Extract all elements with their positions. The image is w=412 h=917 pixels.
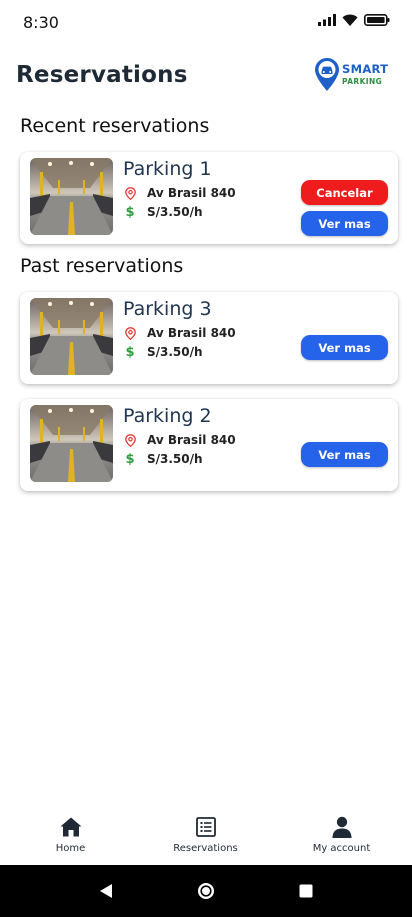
parking-price: S/3.50/h: [147, 345, 203, 359]
system-nav-bar: [0, 865, 412, 917]
view-more-button[interactable]: Ver mas: [301, 335, 388, 360]
nav-label-home: Home: [55, 843, 86, 854]
parking-address: Av Brasil 840: [147, 326, 236, 340]
parking-name: Parking 2: [123, 405, 212, 427]
price-row: $ S/3.50/h: [123, 204, 203, 220]
home-icon: [60, 816, 82, 838]
app-header: Reservations SMART PARKING: [0, 54, 412, 98]
price-row: $ S/3.50/h: [123, 451, 203, 467]
parking-address: Av Brasil 840: [147, 433, 236, 447]
nav-label-account: My account: [312, 843, 371, 854]
brand-logo: SMART PARKING: [315, 58, 388, 91]
section-title-past: Past reservations: [20, 255, 184, 277]
brand-name-bottom: PARKING: [342, 76, 383, 86]
status-icons: [318, 14, 390, 26]
page-title: Reservations: [16, 62, 188, 88]
parking-photo: [30, 298, 113, 375]
location-pin-icon: [123, 186, 137, 200]
recents-icon[interactable]: [296, 881, 316, 901]
dollar-icon: $: [125, 451, 135, 467]
reservation-card[interactable]: Parking 3 Av Brasil 840 $ S/3.50/h Ver m…: [20, 292, 398, 384]
home-circle-icon[interactable]: [196, 881, 216, 901]
section-title-recent: Recent reservations: [20, 115, 210, 137]
nav-label-reservations: Reservations: [173, 843, 238, 854]
person-icon: [332, 816, 352, 838]
location-pin-icon: [123, 433, 137, 447]
status-bar: 8:30: [0, 0, 412, 44]
wifi-icon: [342, 14, 358, 26]
back-icon[interactable]: [96, 881, 116, 901]
dollar-icon: $: [125, 204, 135, 220]
parking-name: Parking 3: [123, 298, 212, 320]
cancel-button[interactable]: Cancelar: [301, 180, 388, 205]
parking-price: S/3.50/h: [147, 205, 203, 219]
dollar-icon: $: [125, 344, 135, 360]
nav-item-home[interactable]: Home: [2, 808, 139, 865]
view-more-button[interactable]: Ver mas: [301, 442, 388, 467]
signal-icon: [318, 14, 336, 26]
list-icon: [195, 816, 216, 838]
reservation-card[interactable]: Parking 1 Av Brasil 840 $ S/3.50/h Cance…: [20, 152, 398, 244]
parking-price: S/3.50/h: [147, 452, 203, 466]
view-more-button[interactable]: Ver mas: [301, 211, 388, 236]
price-row: $ S/3.50/h: [123, 344, 203, 360]
reservation-card[interactable]: Parking 2 Av Brasil 840 $ S/3.50/h Ver m…: [20, 399, 398, 491]
address-row: Av Brasil 840: [123, 433, 236, 447]
map-pin-car-icon: [315, 58, 339, 91]
address-row: Av Brasil 840: [123, 186, 236, 200]
address-row: Av Brasil 840: [123, 326, 236, 340]
parking-name: Parking 1: [123, 158, 212, 180]
brand-name-top: SMART: [342, 62, 389, 76]
nav-item-reservations[interactable]: Reservations: [137, 808, 274, 865]
parking-photo: [30, 405, 113, 482]
bottom-nav: Home Reservations My account: [0, 808, 412, 865]
parking-photo: [30, 158, 113, 235]
battery-icon: [364, 14, 390, 26]
nav-item-account[interactable]: My account: [273, 808, 410, 865]
parking-address: Av Brasil 840: [147, 186, 236, 200]
status-time: 8:30: [23, 13, 59, 32]
location-pin-icon: [123, 326, 137, 340]
